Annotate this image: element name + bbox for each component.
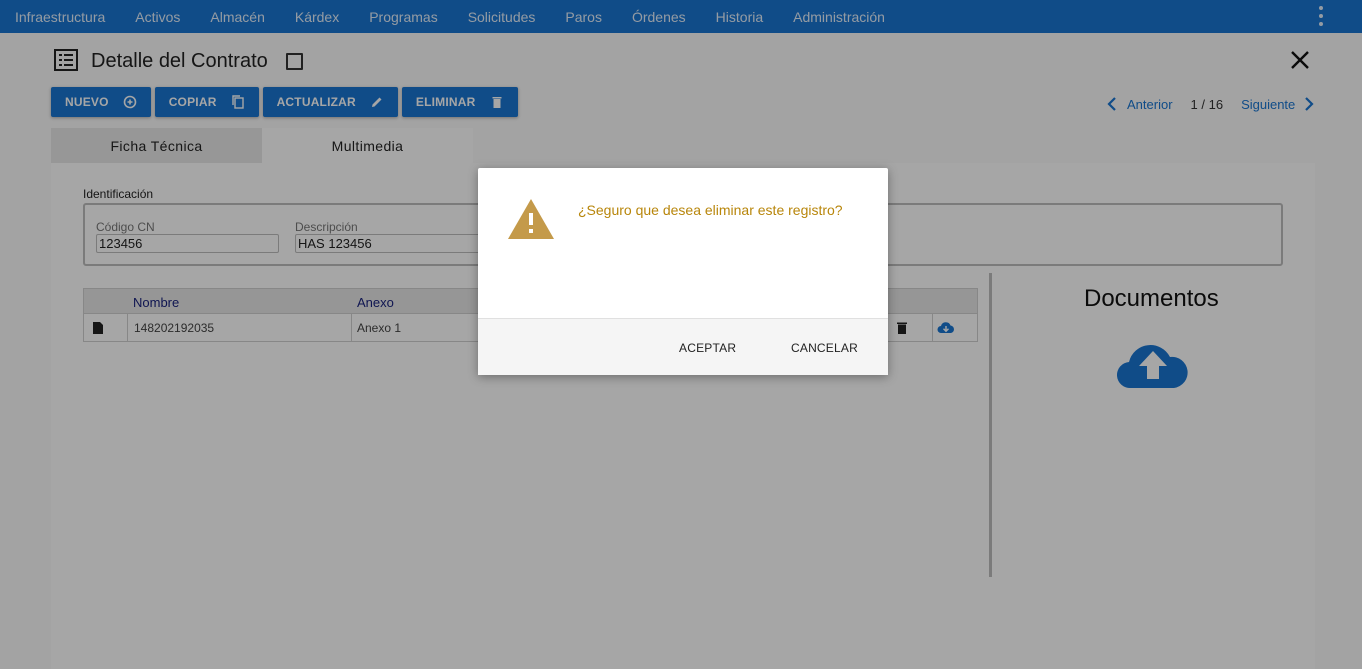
warning-icon (508, 199, 554, 239)
aceptar-button[interactable]: ACEPTAR (679, 341, 736, 355)
dialog-footer: ACEPTAR CANCELAR (478, 318, 888, 375)
dialog-message: ¿Seguro que desea eliminar este registro… (578, 202, 843, 218)
cancelar-button[interactable]: CANCELAR (791, 341, 858, 355)
confirm-delete-dialog: ¿Seguro que desea eliminar este registro… (478, 168, 888, 375)
